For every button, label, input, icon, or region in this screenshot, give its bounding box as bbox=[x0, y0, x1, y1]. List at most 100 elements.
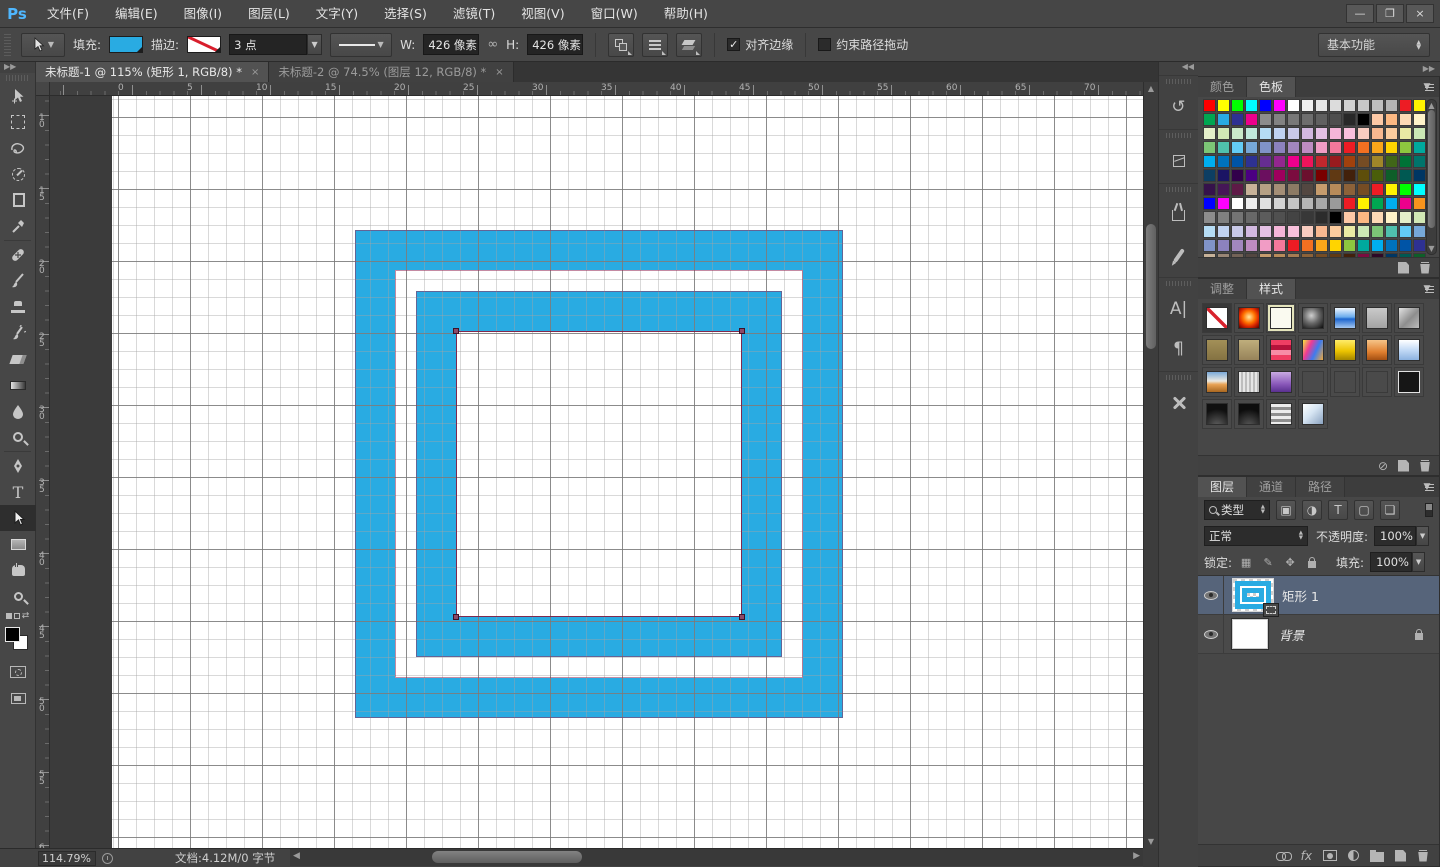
color-swatch[interactable] bbox=[1371, 155, 1384, 168]
color-swatch[interactable] bbox=[1399, 225, 1412, 238]
color-swatch[interactable] bbox=[1217, 113, 1230, 126]
pen-tool[interactable] bbox=[0, 453, 36, 479]
color-swatch[interactable] bbox=[1301, 113, 1314, 126]
color-swatch[interactable] bbox=[1329, 197, 1342, 210]
brush-tool[interactable] bbox=[0, 268, 36, 294]
color-swatch[interactable] bbox=[1343, 155, 1356, 168]
color-swatch[interactable] bbox=[1217, 169, 1230, 182]
panel-menu-icon[interactable]: ▼ bbox=[1419, 481, 1435, 493]
color-swatch[interactable] bbox=[1203, 183, 1216, 196]
stroke-swatch[interactable] bbox=[187, 36, 221, 53]
chevron-down-icon[interactable]: ▼ bbox=[1416, 526, 1429, 546]
color-swatch[interactable] bbox=[1343, 141, 1356, 154]
crop-tool[interactable] bbox=[0, 187, 36, 213]
document-canvas[interactable] bbox=[112, 96, 1143, 848]
color-swatch[interactable] bbox=[1399, 239, 1412, 252]
color-swatch[interactable] bbox=[1259, 183, 1272, 196]
minimize-button[interactable]: — bbox=[1346, 4, 1374, 23]
color-swatch[interactable] bbox=[1259, 155, 1272, 168]
color-swatch[interactable] bbox=[1245, 169, 1258, 182]
color-swatch[interactable] bbox=[1329, 169, 1342, 182]
color-swatch[interactable] bbox=[1273, 113, 1286, 126]
workspace-switcher[interactable]: 基本功能 ▲▼ bbox=[1318, 33, 1430, 57]
color-swatch[interactable] bbox=[1231, 169, 1244, 182]
color-swatch[interactable] bbox=[1343, 113, 1356, 126]
layer-name[interactable]: 背景 bbox=[1279, 625, 1304, 644]
lock-all-icon[interactable] bbox=[1304, 554, 1320, 570]
color-swatch[interactable] bbox=[1315, 141, 1328, 154]
color-swatch[interactable] bbox=[1371, 99, 1384, 112]
clone-stamp-tool[interactable] bbox=[0, 294, 36, 320]
stroke-width-combo[interactable]: 3 点 ▼ bbox=[229, 34, 322, 55]
color-swatch[interactable] bbox=[1329, 141, 1342, 154]
panel-menu-icon[interactable]: ▼ bbox=[1419, 81, 1435, 93]
color-swatch[interactable] bbox=[1245, 197, 1258, 210]
filter-shape-layers-icon[interactable]: ▢ bbox=[1354, 500, 1374, 520]
color-swatch[interactable] bbox=[1231, 113, 1244, 126]
lock-pixels-icon[interactable]: ✎ bbox=[1260, 554, 1276, 570]
color-swatch[interactable] bbox=[1399, 127, 1412, 140]
style-preset-10[interactable] bbox=[1298, 335, 1328, 365]
style-preset-11[interactable] bbox=[1330, 335, 1360, 365]
color-swatch[interactable] bbox=[1315, 113, 1328, 126]
color-swatch[interactable] bbox=[1231, 141, 1244, 154]
color-swatch[interactable] bbox=[1399, 99, 1412, 112]
color-swatch[interactable] bbox=[1315, 211, 1328, 224]
fill-combo[interactable]: 100% ▼ bbox=[1370, 552, 1425, 572]
color-swatch[interactable] bbox=[1315, 183, 1328, 196]
color-swatch[interactable] bbox=[1413, 225, 1426, 238]
color-swatch[interactable] bbox=[1371, 141, 1384, 154]
path-operations-button[interactable] bbox=[608, 33, 634, 57]
properties-panel-icon[interactable] bbox=[1159, 141, 1198, 181]
scroll-up-icon[interactable]: ▲ bbox=[1144, 84, 1158, 93]
fill-swatch[interactable] bbox=[109, 36, 143, 53]
ruler-origin[interactable] bbox=[36, 82, 50, 96]
color-swatch[interactable] bbox=[1245, 239, 1258, 252]
color-swatch[interactable] bbox=[1231, 99, 1244, 112]
collapse-dock-icon[interactable]: ◀◀ bbox=[1159, 62, 1198, 75]
zoom-level-field[interactable]: 114.79% bbox=[38, 851, 96, 866]
color-swatch[interactable] bbox=[1203, 113, 1216, 126]
scroll-down-icon[interactable]: ▼ bbox=[1427, 244, 1436, 253]
color-swatch[interactable] bbox=[1357, 169, 1370, 182]
rectangle-tool[interactable] bbox=[0, 531, 36, 557]
color-swatch[interactable] bbox=[1343, 211, 1356, 224]
menu-item-5[interactable]: 选择(S) bbox=[371, 0, 440, 28]
color-swatch[interactable] bbox=[1273, 211, 1286, 224]
color-swatch[interactable] bbox=[1273, 127, 1286, 140]
eyedropper-tool[interactable] bbox=[0, 213, 36, 239]
color-swatch[interactable] bbox=[1273, 141, 1286, 154]
zoom-tool[interactable] bbox=[0, 583, 36, 609]
menu-item-7[interactable]: 视图(V) bbox=[508, 0, 577, 28]
color-swatch[interactable] bbox=[1287, 211, 1300, 224]
path-selection-tool-selected[interactable] bbox=[0, 505, 36, 531]
color-swatch[interactable] bbox=[1287, 99, 1300, 112]
color-swatch[interactable] bbox=[1329, 239, 1342, 252]
paragraph-panel-icon[interactable]: ¶ bbox=[1159, 329, 1198, 369]
color-swatch[interactable] bbox=[1287, 127, 1300, 140]
spot-healing-brush-tool[interactable] bbox=[0, 242, 36, 268]
color-swatch[interactable] bbox=[1231, 225, 1244, 238]
color-swatch[interactable] bbox=[1385, 127, 1398, 140]
color-swatch[interactable] bbox=[1357, 141, 1370, 154]
move-tool[interactable] bbox=[0, 83, 36, 109]
style-preset-0[interactable] bbox=[1202, 303, 1232, 333]
color-swatch[interactable] bbox=[1217, 183, 1230, 196]
color-swatch[interactable] bbox=[1357, 225, 1370, 238]
color-swatch[interactable] bbox=[1217, 239, 1230, 252]
color-swatch[interactable] bbox=[1371, 113, 1384, 126]
add-mask-button[interactable] bbox=[1323, 850, 1337, 861]
scroll-up-icon[interactable]: ▲ bbox=[1427, 101, 1436, 110]
panel-menu-icon[interactable]: ▼ bbox=[1419, 283, 1435, 295]
color-swatch[interactable] bbox=[1357, 239, 1370, 252]
color-swatch[interactable] bbox=[1329, 183, 1342, 196]
color-swatch[interactable] bbox=[1357, 113, 1370, 126]
horizontal-scroll-thumb[interactable] bbox=[432, 851, 582, 863]
close-tab-icon[interactable]: × bbox=[251, 67, 259, 78]
blur-tool[interactable] bbox=[0, 398, 36, 424]
color-swatch[interactable] bbox=[1371, 183, 1384, 196]
rectangular-marquee-tool[interactable] bbox=[0, 109, 36, 135]
checkbox-unchecked-icon[interactable] bbox=[818, 38, 831, 51]
layer-thumbnail[interactable] bbox=[1232, 578, 1274, 612]
color-swatch[interactable] bbox=[1413, 155, 1426, 168]
